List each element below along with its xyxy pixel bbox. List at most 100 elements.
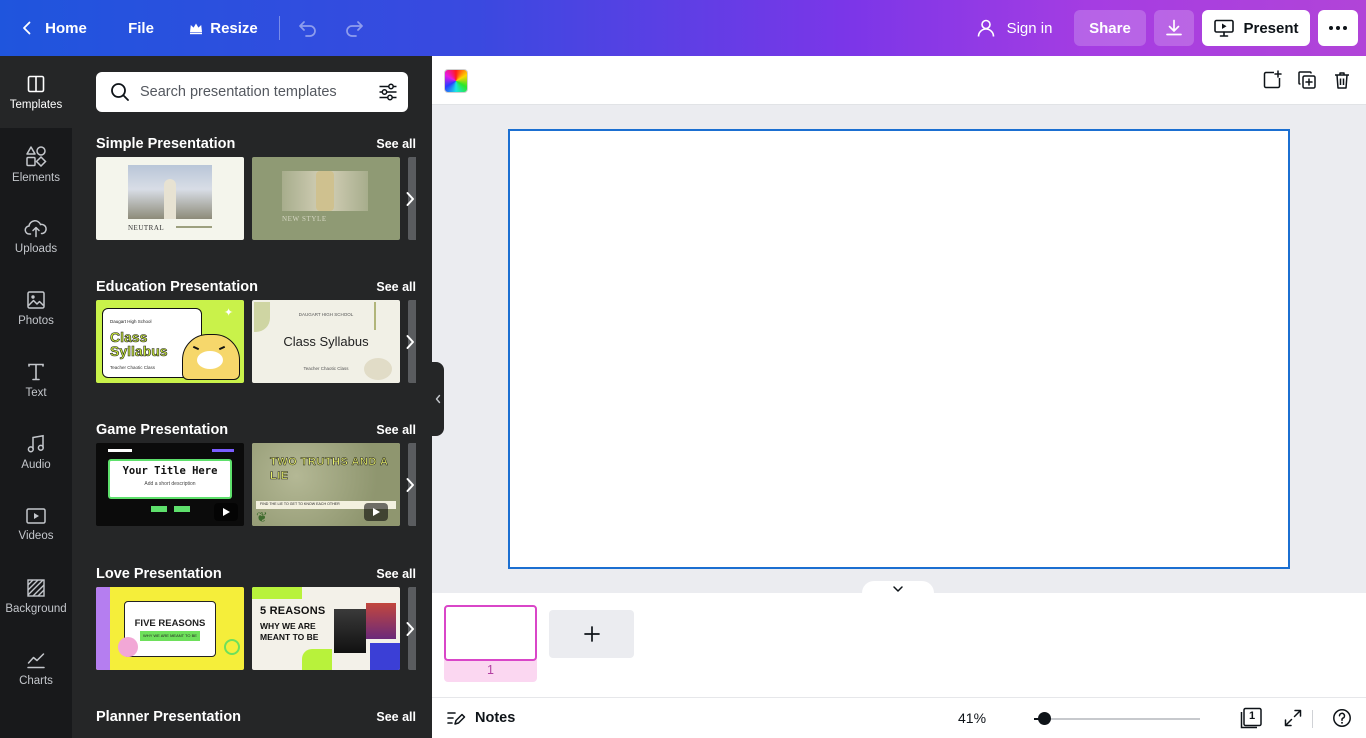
section-title: Planner Presentation xyxy=(96,709,242,725)
see-all-link[interactable]: See all xyxy=(376,567,416,581)
carousel-next-button[interactable] xyxy=(400,157,420,240)
templates-panel: Simple Presentation See all NEUTRAL NEW … xyxy=(72,56,432,738)
filter-icon[interactable] xyxy=(378,82,398,102)
template-thumbnail[interactable]: NEW STYLE xyxy=(252,157,400,240)
rail-item-charts[interactable]: Charts xyxy=(0,632,72,704)
delete-page-icon[interactable] xyxy=(1332,70,1352,90)
chevron-right-icon xyxy=(406,477,414,492)
rail-item-videos[interactable]: Videos xyxy=(0,488,72,560)
thumbnail-caption: NEW STYLE xyxy=(282,215,327,223)
thumbnail-small-text: DAUGART HIGH SCHOOL xyxy=(298,312,354,317)
redo-button[interactable] xyxy=(338,10,370,46)
see-all-link[interactable]: See all xyxy=(376,280,416,294)
rail-item-photos[interactable]: Photos xyxy=(0,272,72,344)
signin-button[interactable]: Sign in xyxy=(966,10,1062,46)
add-page-icon[interactable] xyxy=(1262,70,1282,90)
page-count-button[interactable]: 1 xyxy=(1240,707,1264,734)
thumbnail-caption: Class Syllabus xyxy=(283,334,369,349)
chevron-left-icon xyxy=(435,394,441,404)
editor-toolbar xyxy=(432,56,1366,105)
download-icon xyxy=(1166,19,1182,36)
section-title: Game Presentation xyxy=(96,422,229,438)
zoom-slider[interactable] xyxy=(1034,712,1200,725)
uploads-icon xyxy=(24,219,47,237)
thumbnail-caption: FIVE REASONS xyxy=(134,618,206,629)
template-thumbnail[interactable]: 5 REASONS WHY WE ARE MEANT TO BE xyxy=(252,587,400,670)
thumbnail-subtext: Add a short description xyxy=(144,481,196,487)
share-label: Share xyxy=(1089,19,1131,37)
leaf-icon: ❦ xyxy=(256,509,268,525)
template-thumbnail[interactable]: DAUGART HIGH SCHOOL Class Syllabus Teach… xyxy=(252,300,400,383)
file-label: File xyxy=(128,19,154,37)
resize-button[interactable]: Resize xyxy=(184,10,262,46)
section-title: Education Presentation xyxy=(96,279,258,295)
present-icon xyxy=(1214,19,1235,37)
elements-icon xyxy=(26,145,47,167)
home-button[interactable]: Home xyxy=(12,10,94,46)
top-bar: Home File Resize Sign in Share Present xyxy=(0,0,1366,56)
rail-item-elements[interactable]: Elements xyxy=(0,128,72,200)
undo-button[interactable] xyxy=(292,10,324,46)
rail-item-label: Templates xyxy=(9,98,63,111)
zoom-percentage[interactable]: 41% xyxy=(958,710,986,726)
rail-item-background[interactable]: Background xyxy=(0,560,72,632)
background-color-picker[interactable] xyxy=(444,69,468,93)
thumbnail-small-text: Daugart High School xyxy=(110,319,152,324)
rail-item-templates[interactable]: Templates xyxy=(0,56,72,128)
video-badge xyxy=(364,503,388,521)
carousel-next-button[interactable] xyxy=(400,587,420,670)
template-thumbnail[interactable]: NEUTRAL xyxy=(96,157,244,240)
rail-item-label: Charts xyxy=(19,674,53,687)
see-all-link[interactable]: See all xyxy=(376,137,416,151)
thumbnail-caption: 5 REASONS xyxy=(260,605,326,617)
share-button[interactable]: Share xyxy=(1074,10,1146,46)
notes-icon xyxy=(447,712,466,725)
template-thumbnail[interactable]: TWO TRUTHS AND A LIE FIND THE LIE TO GET… xyxy=(252,443,400,526)
file-menu-button[interactable]: File xyxy=(118,10,164,46)
page-count: 1 xyxy=(1249,710,1256,722)
carousel-next-button[interactable] xyxy=(400,300,420,383)
thumbnail-caption: TWO TRUTHS AND A LIE xyxy=(270,456,388,483)
template-thumbnail[interactable]: FIVE REASONS WHY WE ARE MEANT TO BE xyxy=(96,587,244,670)
rail-item-uploads[interactable]: Uploads xyxy=(0,200,72,272)
thumbnail-photo xyxy=(128,165,212,219)
help-icon[interactable] xyxy=(1332,708,1352,728)
audio-icon xyxy=(27,434,44,452)
fullscreen-icon[interactable] xyxy=(1283,708,1303,728)
rail-item-label: Photos xyxy=(18,314,54,327)
download-button[interactable] xyxy=(1154,10,1194,46)
toolbar-divider xyxy=(279,16,280,40)
rail-item-label: Videos xyxy=(18,529,54,542)
pages-strip: 1 xyxy=(432,593,1366,697)
thumbnail-cat-illustration xyxy=(182,334,240,380)
more-options-button[interactable] xyxy=(1318,10,1358,46)
present-button[interactable]: Present xyxy=(1202,10,1310,46)
chevron-down-icon xyxy=(893,586,903,592)
thumbnail-caption: Class Syllabus xyxy=(110,329,168,359)
template-thumbnail[interactable]: Your Title Here Add a short description xyxy=(96,443,244,526)
see-all-link[interactable]: See all xyxy=(376,423,416,437)
home-label: Home xyxy=(45,19,87,37)
template-thumbnail[interactable]: Daugart High School Class Syllabus Teach… xyxy=(96,300,244,383)
design-canvas[interactable] xyxy=(508,129,1290,569)
play-icon xyxy=(373,508,380,516)
zoom-slider-handle[interactable] xyxy=(1037,712,1051,725)
see-all-link[interactable]: See all xyxy=(376,710,416,724)
plus-icon xyxy=(583,626,600,642)
search-input[interactable] xyxy=(140,72,364,112)
carousel-next-button[interactable] xyxy=(400,443,420,526)
collapse-panel-button[interactable] xyxy=(432,362,444,436)
duplicate-page-icon[interactable] xyxy=(1297,70,1317,90)
present-label: Present xyxy=(1243,19,1299,37)
thumbnail-caption: NEUTRAL xyxy=(128,224,165,232)
page-thumbnail[interactable] xyxy=(444,605,537,661)
rail-item-label: Text xyxy=(25,386,47,399)
templates-icon xyxy=(27,75,45,92)
rail-item-audio[interactable]: Audio xyxy=(0,416,72,488)
add-page-button[interactable] xyxy=(549,610,634,658)
chevron-left-icon xyxy=(23,21,31,35)
page-thumbnail-item: 1 xyxy=(444,605,537,682)
rail-item-text[interactable]: Text xyxy=(0,344,72,416)
notes-button[interactable]: Notes xyxy=(446,708,515,728)
thumbnail-photo xyxy=(282,171,368,211)
